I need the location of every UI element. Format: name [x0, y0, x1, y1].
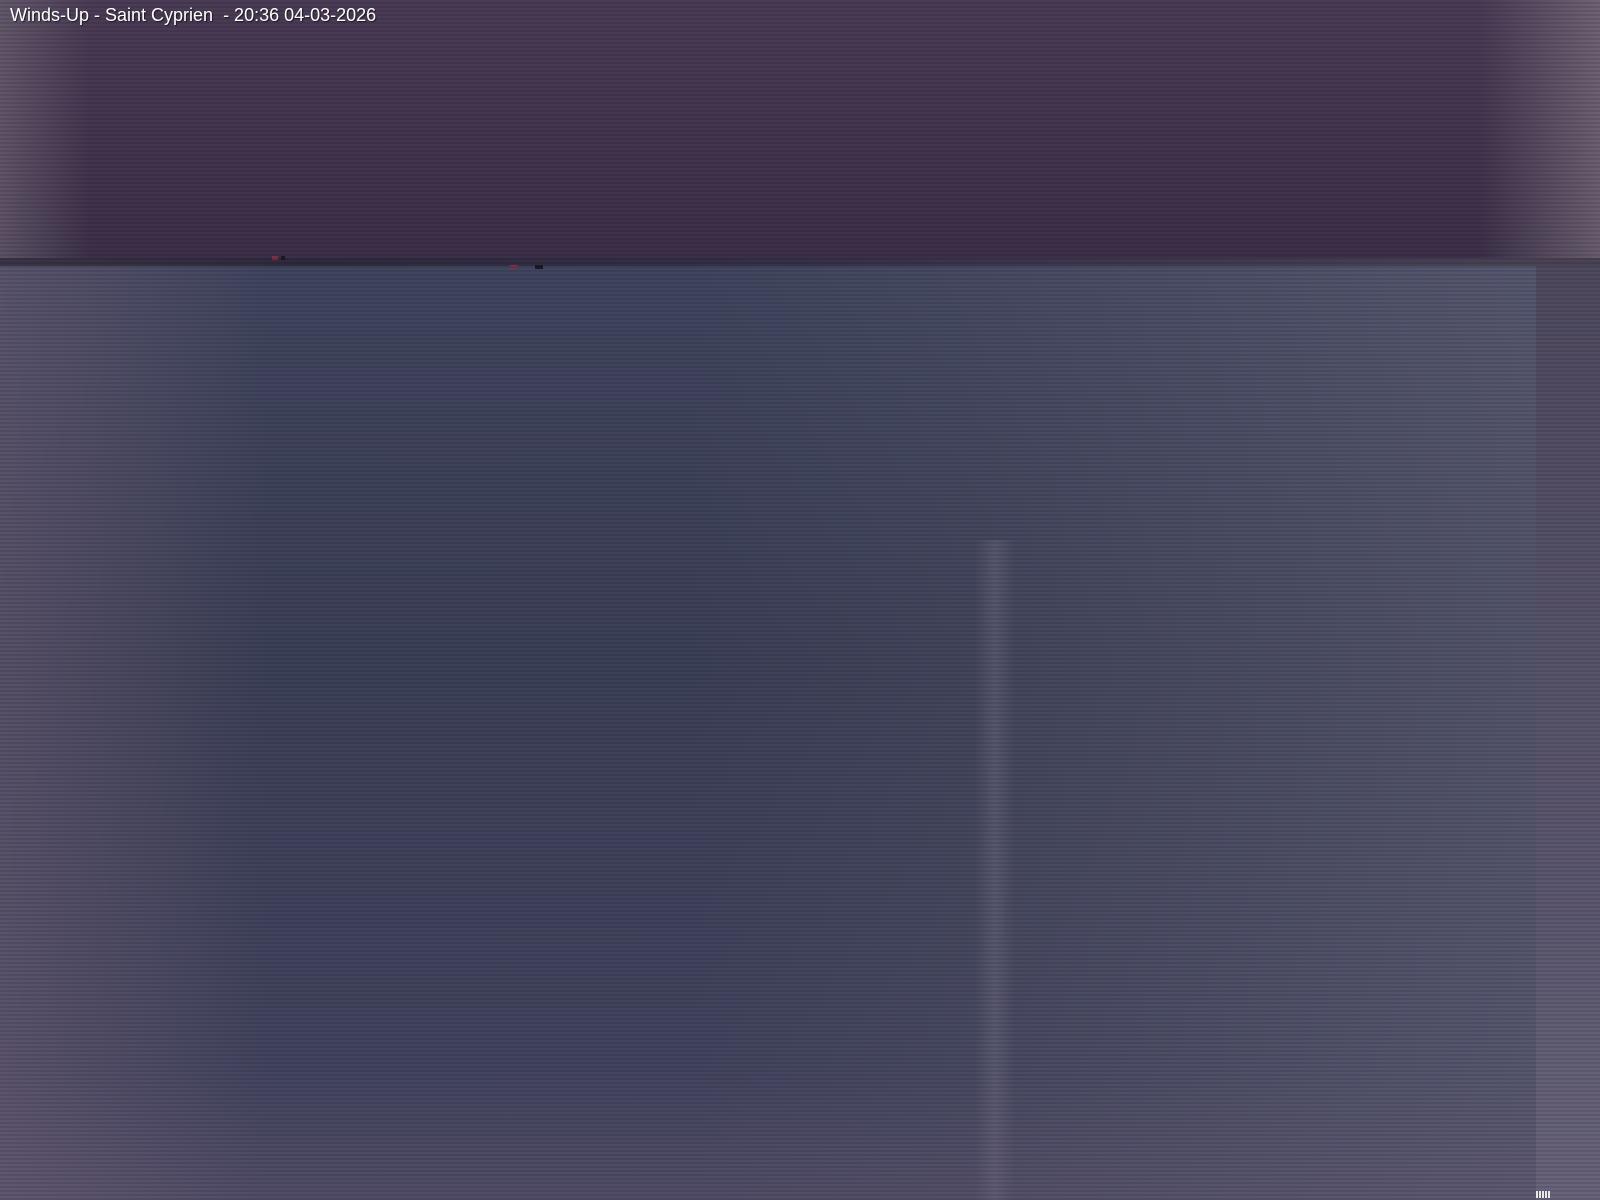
- image-seam-right: [1536, 266, 1600, 1200]
- horizon-line: [0, 258, 1600, 266]
- foreground-shade: [0, 1080, 1600, 1200]
- water-area: [0, 266, 1600, 1200]
- corner-mark: [1536, 1191, 1550, 1198]
- sky-area: [0, 0, 1600, 262]
- horizon-speck: [535, 265, 543, 269]
- horizon-speck: [510, 265, 518, 269]
- webcam-caption: Winds-Up - Saint Cyprien - 20:36 04-03-2…: [10, 5, 377, 25]
- horizon-speck: [281, 256, 285, 260]
- horizon-speck: [272, 256, 278, 260]
- webcam-frame: Winds-Up - Saint Cyprien - 20:36 04-03-2…: [0, 0, 1600, 1200]
